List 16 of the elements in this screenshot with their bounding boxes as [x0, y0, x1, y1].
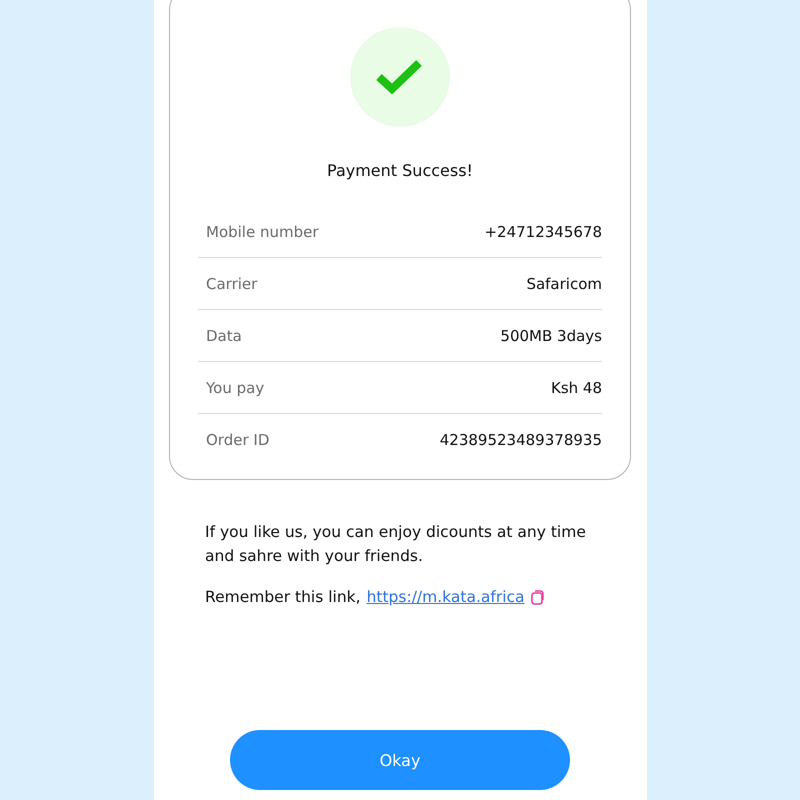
link-prefix: Remember this link,	[205, 588, 361, 606]
detail-label: Mobile number	[206, 222, 319, 240]
payment-title: Payment Success!	[327, 161, 473, 180]
detail-value: Ksh 48	[550, 378, 602, 396]
detail-label: You pay	[206, 378, 264, 396]
okay-button[interactable]: Okay	[230, 730, 570, 790]
detail-label: Data	[206, 326, 242, 344]
site-link[interactable]: https://m.kata.africa	[366, 588, 525, 606]
detail-value: 42389523489378935	[440, 430, 602, 448]
detail-label: Order ID	[206, 430, 270, 448]
detail-value: 500MB 3days	[500, 326, 602, 344]
detail-value: +24712345678	[484, 222, 602, 240]
copy-icon[interactable]	[530, 590, 544, 604]
detail-label: Carrier	[206, 274, 258, 292]
promo-message: If you like us, you can enjoy dicounts at any time and sahre with your friends.	[205, 522, 587, 567]
detail-value: Safaricom	[526, 274, 602, 292]
